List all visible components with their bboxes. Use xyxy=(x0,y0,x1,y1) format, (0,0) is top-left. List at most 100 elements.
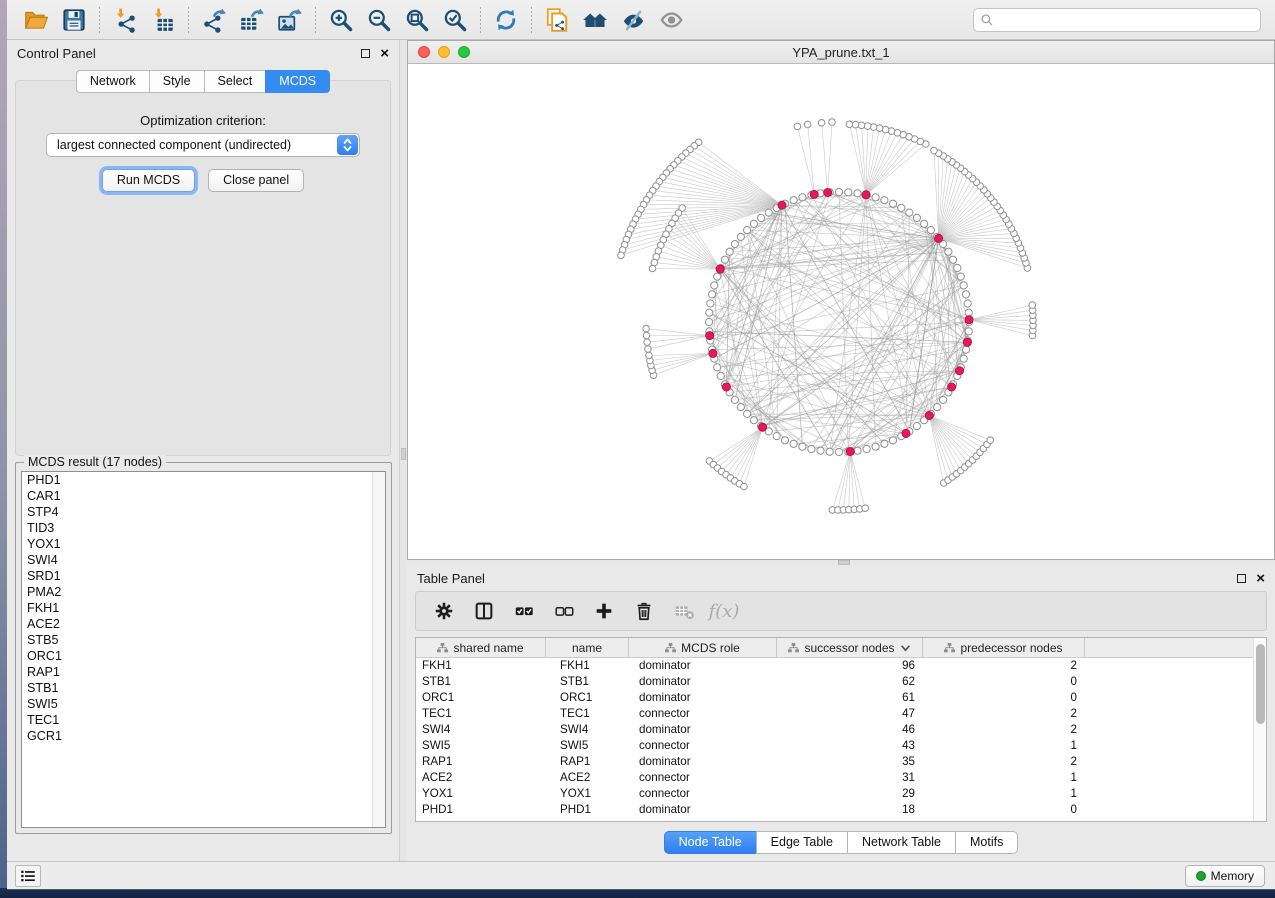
column-header-predecessor-nodes[interactable]: predecessor nodes xyxy=(923,638,1085,657)
graph-node[interactable] xyxy=(721,256,728,263)
tab-node-table[interactable]: Node Table xyxy=(664,831,756,854)
cell-MCDS-role[interactable]: dominator xyxy=(629,722,777,738)
zoom-in-button[interactable] xyxy=(322,5,360,35)
cell-successor-nodes[interactable]: 47 xyxy=(777,706,923,722)
graph-node[interactable] xyxy=(644,339,651,346)
graph-node[interactable] xyxy=(790,197,797,204)
show-eye-button[interactable] xyxy=(652,5,690,35)
mcds-result-item[interactable]: STB5 xyxy=(22,632,385,648)
graph-node[interactable] xyxy=(927,227,934,234)
graph-node[interactable] xyxy=(934,404,941,411)
zoom-selected-button[interactable] xyxy=(436,5,474,35)
cell-name[interactable]: YOX1 xyxy=(546,786,629,802)
cell-shared-name[interactable]: SWI5 xyxy=(416,738,546,754)
graph-hub-node[interactable] xyxy=(935,234,943,242)
cell-MCDS-role[interactable]: connector xyxy=(629,770,777,786)
graph-node[interactable] xyxy=(889,200,896,207)
graph-node[interactable] xyxy=(717,372,724,379)
cell-successor-nodes[interactable]: 96 xyxy=(777,658,923,674)
graph-node[interactable] xyxy=(852,121,859,128)
graph-node[interactable] xyxy=(862,505,869,512)
cell-MCDS-role[interactable]: dominator xyxy=(629,658,777,674)
table-scrollbar-thumb[interactable] xyxy=(1256,644,1265,724)
graph-node[interactable] xyxy=(618,252,625,259)
graph-node[interactable] xyxy=(706,309,713,316)
mcds-result-item[interactable]: GCR1 xyxy=(22,728,385,744)
cell-MCDS-role[interactable]: dominator xyxy=(629,690,777,706)
graph-node[interactable] xyxy=(714,364,721,371)
table-scrollbar[interactable] xyxy=(1253,638,1266,821)
graph-hub-node[interactable] xyxy=(965,316,973,324)
graph-node[interactable] xyxy=(645,346,652,353)
cell-successor-nodes[interactable]: 62 xyxy=(777,674,923,690)
column-header-successor-nodes[interactable]: successor nodes xyxy=(777,638,923,657)
graph-node[interactable] xyxy=(826,448,833,455)
float-panel-icon[interactable] xyxy=(361,49,370,58)
graph-hub-node[interactable] xyxy=(716,265,724,273)
graph-node[interactable] xyxy=(854,190,861,197)
graph-hub-node[interactable] xyxy=(810,190,818,198)
cell-shared-name[interactable]: FKH1 xyxy=(416,658,546,674)
graph-node[interactable] xyxy=(711,282,718,289)
delete-column-button[interactable] xyxy=(626,595,662,627)
graph-node[interactable] xyxy=(960,282,967,289)
cell-successor-nodes[interactable]: 18 xyxy=(777,802,923,818)
graph-node[interactable] xyxy=(950,256,957,263)
mcds-result-item[interactable]: RAP1 xyxy=(22,664,385,680)
close-table-panel-icon[interactable]: × xyxy=(1256,574,1265,583)
graph-node[interactable] xyxy=(818,120,825,127)
graph-node[interactable] xyxy=(913,214,920,221)
open-file-button[interactable] xyxy=(17,5,55,35)
cell-name[interactable]: FKH1 xyxy=(546,658,629,674)
tab-edge-table[interactable]: Edge Table xyxy=(756,831,847,854)
column-header-shared-name[interactable]: shared name xyxy=(416,638,546,657)
search-input[interactable] xyxy=(998,11,1254,29)
mcds-result-item[interactable]: TEC1 xyxy=(22,712,385,728)
table-row[interactable]: STB1STB1dominator620 xyxy=(416,674,1266,690)
graph-node[interactable] xyxy=(863,445,870,452)
cell-successor-nodes[interactable]: 61 xyxy=(777,690,923,706)
tab-motifs[interactable]: Motifs xyxy=(955,831,1018,854)
graph-node[interactable] xyxy=(741,483,748,490)
cell-predecessor-nodes[interactable]: 1 xyxy=(923,738,1085,754)
cell-shared-name[interactable]: ACE2 xyxy=(416,770,546,786)
export-network-button[interactable] xyxy=(195,5,233,35)
export-image-button[interactable] xyxy=(271,5,309,35)
mcds-result-item[interactable]: CAR1 xyxy=(22,488,385,504)
cell-name[interactable]: ACE2 xyxy=(546,770,629,786)
column-header-MCDS-role[interactable]: MCDS role xyxy=(629,638,777,657)
cell-shared-name[interactable]: ORC1 xyxy=(416,690,546,706)
cell-shared-name[interactable]: STB1 xyxy=(416,674,546,690)
graph-node[interactable] xyxy=(643,332,650,339)
table-row[interactable]: ACE2ACE2connector311 xyxy=(416,770,1266,786)
cell-name[interactable]: RAP1 xyxy=(546,754,629,770)
cell-MCDS-role[interactable]: dominator xyxy=(629,754,777,770)
cell-shared-name[interactable]: RAP1 xyxy=(416,754,546,770)
graph-hub-node[interactable] xyxy=(925,411,933,419)
graph-node[interactable] xyxy=(962,291,969,298)
table-row[interactable]: SWI5SWI5connector431 xyxy=(416,738,1266,754)
graph-node[interactable] xyxy=(882,126,889,133)
cell-shared-name[interactable]: PHD1 xyxy=(416,802,546,818)
graph-node[interactable] xyxy=(835,188,842,195)
vertical-splitter-handle[interactable] xyxy=(401,448,406,460)
graph-node[interactable] xyxy=(845,189,852,196)
graph-node[interactable] xyxy=(794,123,801,130)
memory-button[interactable]: Memory xyxy=(1185,865,1265,887)
graph-node[interactable] xyxy=(913,423,920,430)
cell-predecessor-nodes[interactable]: 2 xyxy=(923,722,1085,738)
mcds-result-item[interactable]: TID3 xyxy=(22,520,385,536)
network-canvas[interactable] xyxy=(408,64,1274,559)
import-table-button[interactable] xyxy=(144,5,182,35)
cell-name[interactable]: PHD1 xyxy=(546,802,629,818)
graph-node[interactable] xyxy=(864,123,871,130)
import-network-button[interactable] xyxy=(106,5,144,35)
vertical-splitter[interactable] xyxy=(400,40,407,862)
cell-name[interactable]: ORC1 xyxy=(546,690,629,706)
cell-successor-nodes[interactable]: 43 xyxy=(777,738,923,754)
graph-node[interactable] xyxy=(881,440,888,447)
cell-name[interactable]: TEC1 xyxy=(546,706,629,722)
show-columns-button[interactable] xyxy=(466,595,502,627)
mcds-result-item[interactable]: PHD1 xyxy=(22,472,385,488)
table-row[interactable]: PHD1PHD1dominator180 xyxy=(416,802,1266,818)
